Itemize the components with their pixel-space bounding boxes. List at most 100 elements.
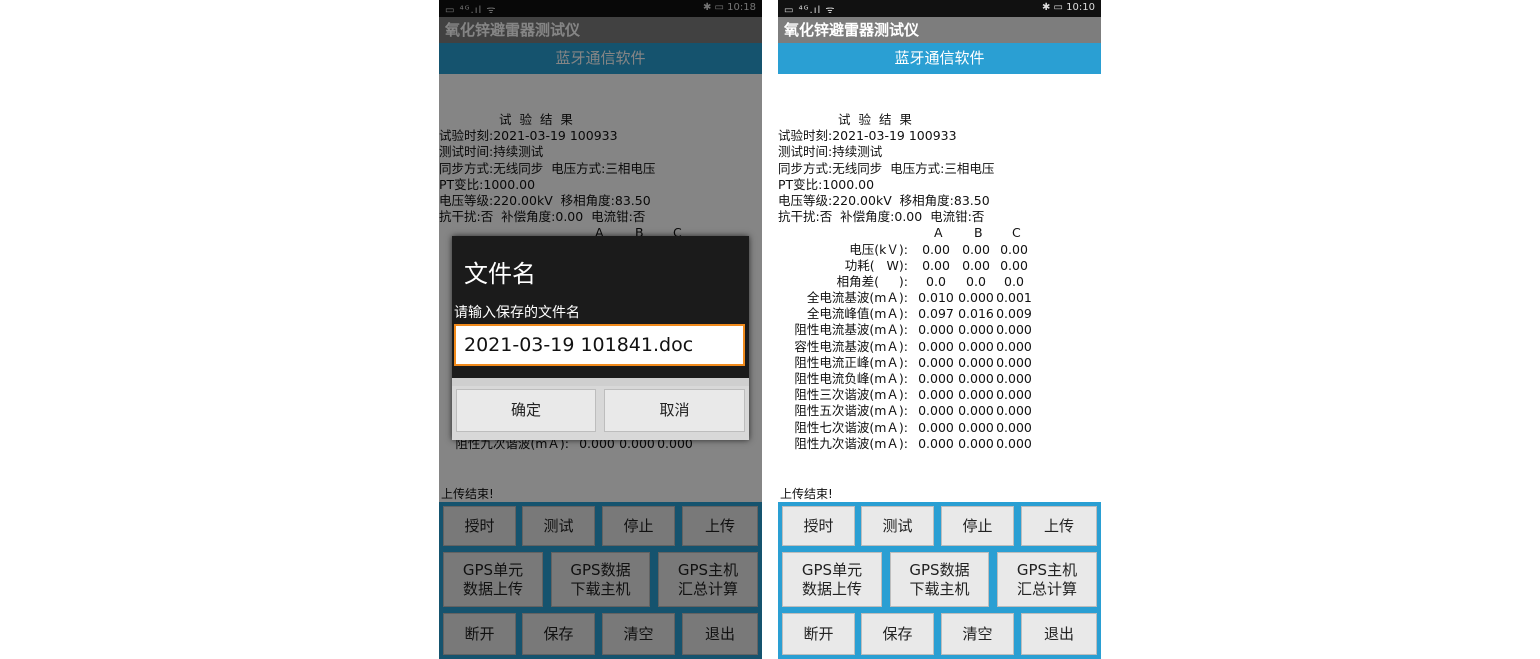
status-bar-right: ✱ ▭ 10:10: [1042, 2, 1095, 13]
table-row: 全电流峰值(mＡ):0.0970.0160.009: [778, 306, 1101, 322]
row-label: 相角差( ):: [836, 273, 908, 289]
table-row: 阻性九次谐波(mＡ): 0.000 0.000 0.000: [778, 436, 1101, 452]
gps-host-summary-button[interactable]: GPS主机 汇总计算: [997, 552, 1097, 607]
row-label: 全电流峰值(mＡ):: [806, 306, 908, 322]
cell-value: 0.001: [996, 290, 1032, 306]
gps-unit-upload-button[interactable]: GPS单元 数据上传: [782, 552, 882, 607]
result-line: 试验时刻:2021-03-19 100933: [778, 128, 957, 144]
app-subtitle: 蓝牙通信软件: [778, 43, 1101, 74]
row-label: 阻性三次谐波(mＡ):: [794, 387, 908, 403]
cell-value: 0.000: [996, 419, 1032, 435]
button-label-line: GPS主机: [1016, 560, 1078, 579]
row-label: 功耗( W):: [844, 257, 908, 273]
result-line: PT变比:1000.00: [778, 176, 875, 192]
button-label-line: 汇总计算: [1016, 579, 1077, 598]
cell-value: 0.00: [1000, 241, 1028, 257]
upload-status: 上传结束!: [780, 487, 833, 501]
row-label: 全电流基波(mＡ):: [806, 290, 908, 306]
cell-value: 0.000: [996, 371, 1032, 386]
cell-value: 0.00: [922, 257, 950, 273]
column-header-b: B: [974, 225, 983, 241]
cell-value: 0.000: [918, 354, 954, 370]
row-label: 阻性电流负峰(mＡ):: [794, 371, 908, 386]
cell-value: 0.000: [996, 338, 1032, 354]
cell-value: 0.000: [918, 435, 954, 451]
table-row: 阻性电流负峰(mＡ):0.0000.0000.000: [778, 371, 1101, 387]
cell-value: 0.000: [918, 387, 954, 403]
filename-input[interactable]: 2021-03-19 101841.doc: [454, 324, 745, 366]
table-row: 容性电流基波(mＡ):0.0000.0000.000: [778, 339, 1101, 355]
phone-screen-right: ▭ ⁴ᴳ.ıl ᯤ ✱ ▭ 10:10 氧化锌避雷器测试仪 蓝牙通信软件 试 验…: [778, 0, 1101, 659]
clear-button[interactable]: 清空: [941, 613, 1014, 655]
cell-value: 0.00: [922, 241, 950, 257]
table-row: 阻性电流基波(mＡ):0.0000.0000.000: [778, 322, 1101, 338]
row-label: 阻性七次谐波(mＡ):: [794, 419, 908, 435]
stop-button[interactable]: 停止: [941, 506, 1014, 546]
row-label: 阻性电流正峰(mＡ):: [794, 354, 908, 370]
test-button[interactable]: 测试: [861, 506, 934, 546]
disconnect-button[interactable]: 断开: [782, 613, 855, 655]
cell-value: 0.097: [918, 306, 954, 322]
button-panel: 授时 测试 停止 上传 GPS单元 数据上传 GPS数据 下载主机 GPS主机 …: [778, 502, 1101, 659]
save-button[interactable]: 保存: [861, 613, 934, 655]
cell-value: 0.000: [996, 354, 1032, 370]
cell-value: 0.009: [996, 306, 1032, 322]
status-bar: ▭ ⁴ᴳ.ıl ᯤ ✱ ▭ 10:10: [778, 0, 1101, 17]
column-header-a: A: [934, 225, 943, 241]
filename-dialog: 文件名 请输入保存的文件名 2021-03-19 101841.doc 确定 取…: [452, 236, 749, 440]
result-line: 抗干扰:否 补偿角度:0.00 电流钳:否: [778, 209, 985, 225]
table-row: 电压(kＶ):0.000.000.00: [778, 242, 1101, 258]
table-row: 全电流基波(mＡ):0.0100.0000.001: [778, 290, 1101, 306]
table-row: 阻性五次谐波(mＡ):0.0000.0000.000: [778, 403, 1101, 419]
cell-value: 0.000: [918, 322, 954, 338]
cell-value: 0.000: [996, 387, 1032, 403]
dialog-button-bar: 确定 取消: [452, 386, 749, 440]
clock: 10:10: [1066, 2, 1095, 13]
table-row: 功耗( W):0.000.000.00: [778, 258, 1101, 274]
column-header-c: C: [1012, 225, 1021, 241]
cell-value: 0.000: [996, 403, 1032, 419]
cell-value: 0.010: [918, 290, 954, 306]
cell-value: 0.00: [1000, 257, 1028, 273]
dialog-prompt: 请输入保存的文件名: [454, 305, 580, 321]
exit-button[interactable]: 退出: [1021, 613, 1097, 655]
cell-value: 0.000: [918, 403, 954, 419]
cell-value: 0.000: [996, 435, 1032, 451]
row-label: 阻性五次谐波(mＡ):: [794, 403, 908, 419]
table-row: 阻性电流正峰(mＡ):0.0000.0000.000: [778, 355, 1101, 371]
table-row: 相角差( ):0.00.00.0: [778, 274, 1101, 290]
row-label: 阻性电流基波(mＡ):: [794, 322, 908, 338]
cell-value: 0.000: [918, 338, 954, 354]
confirm-button[interactable]: 确定: [456, 389, 596, 432]
results-table-right: 电压(kＶ): 0.00 0.00 0.00 功耗( W): 0.00 0.00 0.00 相角…: [778, 242, 1101, 452]
time-sync-button[interactable]: 授时: [782, 506, 855, 546]
row-label: 电压(kＶ):: [849, 241, 908, 257]
results-panel: 试 验 结 果 试验时刻:2021-03-19 100933 测试时间:持续测试…: [778, 112, 1101, 452]
cancel-button[interactable]: 取消: [604, 389, 745, 432]
result-line: 同步方式:无线同步 电压方式:三相电压: [778, 160, 995, 176]
upload-button[interactable]: 上传: [1021, 506, 1097, 546]
results-heading: 试 验 结 果: [838, 112, 914, 127]
signal-wifi-icons: ▭ ⁴ᴳ.ıl ᯤ: [784, 5, 836, 16]
gps-data-download-button[interactable]: GPS数据 下载主机: [890, 552, 989, 607]
app-title: 氧化锌避雷器测试仪: [778, 17, 1101, 43]
button-label-line: 数据上传: [801, 579, 862, 598]
dialog-title: 文件名: [464, 260, 536, 288]
button-label-line: 下载主机: [909, 579, 970, 598]
table-row: 阻性七次谐波(mＡ):0.0000.0000.000: [778, 420, 1101, 436]
phone-screen-left: ▭ ⁴ᴳ.ıl ᯤ ✱ ▭ 10:18 氧化锌避雷器测试仪 蓝牙通信软件 试 验…: [439, 0, 762, 659]
result-line: 电压等级:220.00kV 移相角度:83.50: [778, 192, 990, 208]
result-line: 测试时间:持续测试: [778, 144, 883, 160]
battery-icon: ✱ ▭: [1041, 2, 1067, 13]
cell-value: 0.000: [918, 419, 954, 435]
row-label: 阻性九次谐波(mＡ):: [794, 435, 908, 451]
table-row: 阻性三次谐波(mＡ):0.0000.0000.000: [778, 387, 1101, 403]
cell-value: 0.0: [1004, 273, 1024, 289]
row-label: 容性电流基波(mＡ):: [794, 338, 908, 354]
cell-value: 0.000: [996, 322, 1032, 338]
button-label-line: GPS数据: [909, 560, 970, 579]
cell-value: 0.000: [918, 371, 954, 386]
column-headers: A B C: [778, 225, 1101, 241]
button-label-line: GPS单元: [801, 560, 863, 579]
cell-value: 0.0: [926, 273, 946, 289]
